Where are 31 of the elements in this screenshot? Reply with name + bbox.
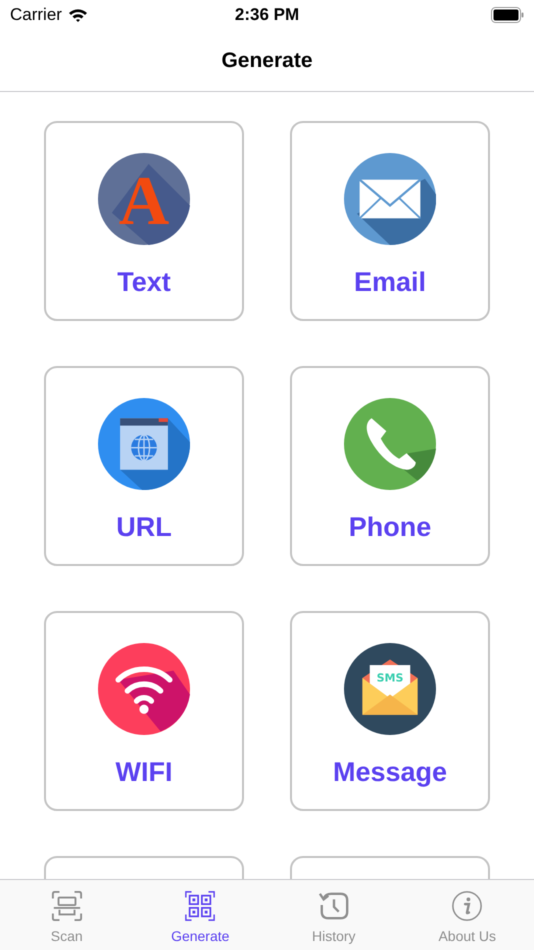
history-clock-icon xyxy=(318,890,350,922)
tab-item[interactable]: About Us xyxy=(400,880,534,950)
tab-item[interactable]: Generate xyxy=(134,880,267,950)
wifi-signal-icon xyxy=(68,8,88,22)
envelope-icon xyxy=(344,153,436,245)
carrier-label: Carrier xyxy=(10,5,62,25)
wifi-icon xyxy=(98,643,190,735)
qr-code-icon xyxy=(184,890,216,922)
card-label: Message xyxy=(332,757,448,788)
generate-card[interactable]: SMS Message xyxy=(290,611,490,811)
card-label: URL xyxy=(116,512,172,543)
battery-icon xyxy=(491,7,524,23)
card-label: WIFI xyxy=(116,757,172,788)
generate-card[interactable]: URL xyxy=(44,366,244,566)
tab-item[interactable]: History xyxy=(267,880,400,950)
card-label: Email xyxy=(354,267,426,298)
clock-time: 2:36 PM xyxy=(234,5,300,25)
letter-icon: A xyxy=(98,153,190,245)
sms-envelope-icon: SMS xyxy=(344,643,436,735)
phone-handset-icon xyxy=(344,398,436,490)
tab-item[interactable]: Scan xyxy=(0,880,134,950)
generate-card[interactable]: Phone xyxy=(290,366,490,566)
generate-card[interactable]: WIFI xyxy=(44,611,244,811)
screen-title: Generate xyxy=(221,48,313,72)
card-label: Phone xyxy=(348,512,432,543)
browser-globe-icon xyxy=(98,398,190,490)
info-icon xyxy=(451,890,484,922)
card-label: Text xyxy=(117,267,171,298)
generate-card[interactable]: A Text xyxy=(44,121,244,321)
scan-frame-icon xyxy=(50,890,83,922)
generate-card[interactable]: Email xyxy=(290,121,490,321)
